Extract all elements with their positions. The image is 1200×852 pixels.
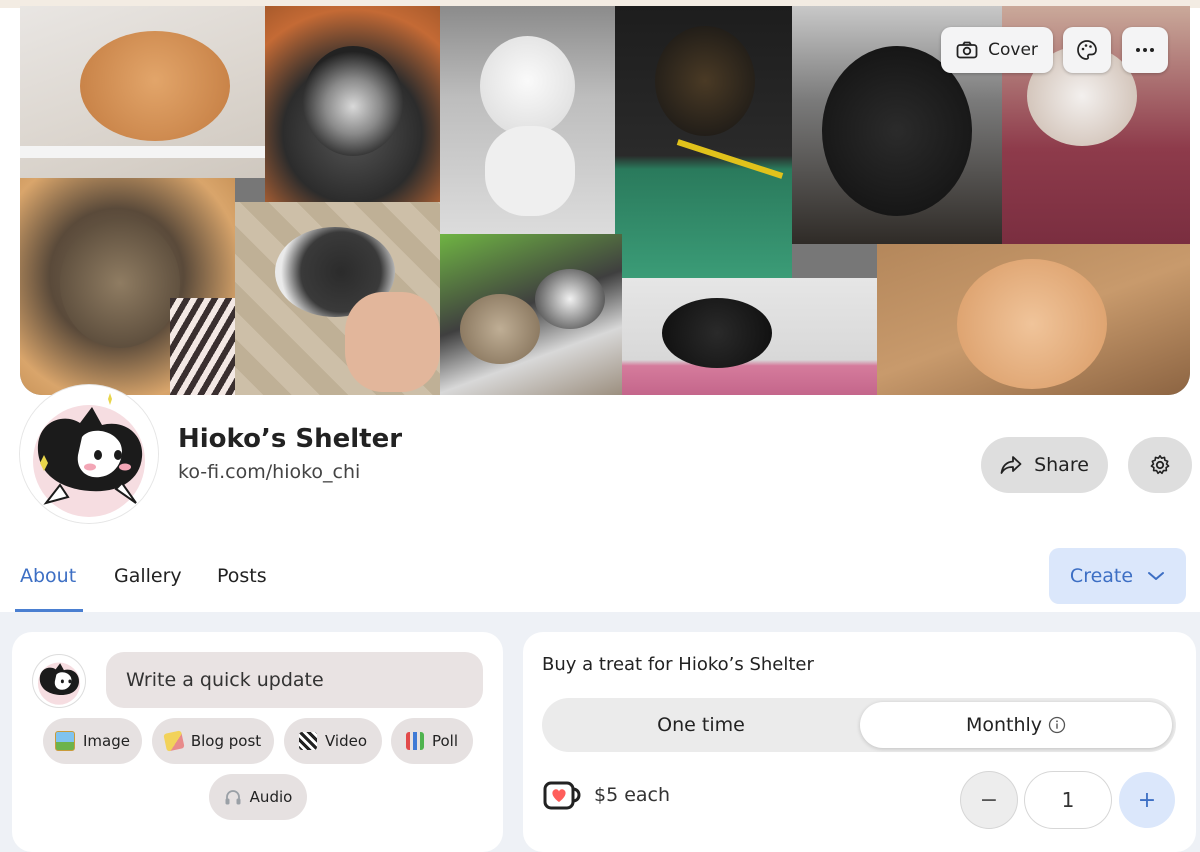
cover-button[interactable]: Cover: [941, 27, 1053, 73]
cover-photo-tortie-cat: [615, 6, 792, 278]
minus-icon: −: [979, 787, 999, 813]
monthly-label: Monthly: [965, 714, 1043, 736]
tab-about[interactable]: About: [20, 565, 76, 587]
price-each: $5 each: [594, 784, 671, 806]
one-time-option[interactable]: One time: [542, 698, 860, 752]
create-button-label: Create: [1069, 565, 1134, 587]
info-icon[interactable]: [1048, 716, 1066, 734]
quick-update-input[interactable]: Write a quick update: [106, 652, 483, 708]
poll-chip-label: Poll: [431, 732, 459, 750]
audio-chip-label: Audio: [249, 788, 293, 806]
bar-chart-icon: [405, 732, 424, 750]
cover-photo-tuxedo-kitten: [265, 6, 440, 218]
theme-button[interactable]: [1063, 27, 1111, 73]
avatar[interactable]: [20, 385, 158, 523]
cover-photo-white-kitten: [440, 6, 615, 234]
video-chip-label: Video: [324, 732, 368, 750]
image-post-button[interactable]: Image: [43, 718, 142, 764]
settings-button[interactable]: [1128, 437, 1192, 493]
tab-gallery[interactable]: Gallery: [114, 565, 182, 587]
quick-update-placeholder: Write a quick update: [126, 669, 324, 691]
cat-avatar-illustration: [20, 385, 158, 523]
quantity-value: 1: [1061, 788, 1075, 812]
clapper-icon: [298, 732, 317, 750]
active-tab-indicator: [15, 609, 83, 612]
one-time-label: One time: [657, 714, 745, 736]
camera-icon: [956, 41, 978, 59]
palette-icon: [1077, 40, 1097, 60]
composer-avatar: [33, 655, 85, 707]
poll-post-button[interactable]: Poll: [391, 718, 473, 764]
cover-photo-puppy: [235, 202, 440, 395]
increase-quantity-button[interactable]: +: [1119, 772, 1175, 828]
cover-photo-tabby-kitten: [20, 178, 235, 395]
cat-avatar-illustration: [37, 662, 81, 705]
frequency-toggle: One time Monthly: [542, 698, 1176, 752]
quantity-field[interactable]: 1: [1025, 772, 1111, 828]
monthly-option[interactable]: Monthly: [860, 698, 1172, 752]
page: Cover Hioko’s Shelter ko-fi.com/hioko_ch…: [0, 0, 1200, 852]
image-icon: [55, 731, 75, 751]
chevron-down-icon: [1148, 572, 1165, 580]
share-button[interactable]: Share: [981, 437, 1108, 493]
cover-photo-black-kitten: [622, 278, 877, 395]
blog-chip-label: Blog post: [190, 732, 262, 750]
kofi-cup-icon: [543, 781, 581, 810]
cover-photo-ginger-kitten: [877, 244, 1190, 395]
share-button-label: Share: [1034, 454, 1089, 476]
page-title: Hioko’s Shelter: [178, 424, 403, 454]
image-chip-label: Image: [83, 732, 130, 750]
decrease-quantity-button[interactable]: −: [961, 772, 1017, 828]
cover-button-label: Cover: [988, 40, 1038, 60]
share-arrow-icon: [1000, 456, 1022, 474]
create-button[interactable]: Create: [1049, 548, 1186, 604]
plus-icon: +: [1137, 787, 1157, 813]
tab-posts[interactable]: Posts: [217, 565, 267, 587]
more-options-button[interactable]: [1122, 27, 1168, 73]
pencil-icon: [163, 730, 185, 752]
headphones-icon: [225, 790, 241, 805]
video-post-button[interactable]: Video: [284, 718, 382, 764]
cover-photo-kittens-pile: [440, 234, 622, 395]
profile-url[interactable]: ko-fi.com/hioko_chi: [178, 461, 360, 483]
audio-post-button[interactable]: Audio: [209, 774, 307, 820]
blog-post-button[interactable]: Blog post: [152, 718, 274, 764]
cover-photo-orange-cat: [20, 6, 265, 178]
treat-title: Buy a treat for Hioko’s Shelter: [542, 654, 814, 675]
gear-icon: [1150, 455, 1170, 475]
more-dots-icon: [1136, 48, 1154, 52]
